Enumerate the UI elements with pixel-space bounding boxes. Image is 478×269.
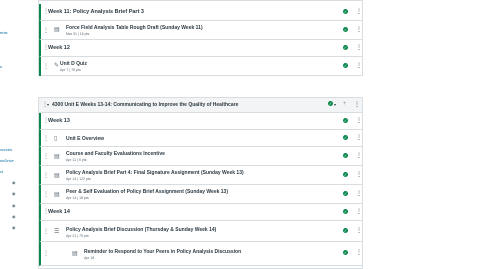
module-unit-e: ⋮ Week 13 ✓ ⋮ ⋮ ▯ Unit E Overview ✓ ⋮ ⋮ … xyxy=(38,113,363,269)
module-week11-12: ⋮ Week 11: Policy Analysis Brief Part 3 … xyxy=(38,0,363,76)
published-icon[interactable]: ✓ xyxy=(343,209,348,215)
drag-handle-icon[interactable]: ⋮ xyxy=(43,250,49,257)
assignment-icon: ▤ xyxy=(54,192,60,198)
more-options-icon[interactable]: ⋮ xyxy=(356,26,362,33)
nav-link[interactable]: ct xyxy=(0,169,3,174)
collapse-caret-icon[interactable]: ▾ xyxy=(47,102,49,107)
more-options-icon[interactable]: ⋮ xyxy=(356,190,362,197)
add-item-icon[interactable]: + xyxy=(343,101,347,107)
item-title[interactable]: Policy Analysis Brief Discussion (Thursd… xyxy=(66,227,216,233)
module-item[interactable]: ⋮ ▤ Reminder to Respond to Your Peers in… xyxy=(39,242,362,266)
assignment-icon: ▤ xyxy=(54,154,60,160)
item-meta: Apr 21 | 75 pts xyxy=(66,234,89,238)
drag-handle-icon[interactable]: ⋮ xyxy=(43,172,49,179)
visibility-icon[interactable]: ◉ xyxy=(12,226,16,230)
quiz-icon: ✎ xyxy=(54,63,60,69)
published-icon[interactable]: ✓ xyxy=(343,27,348,33)
published-icon[interactable]: ✓ xyxy=(343,250,348,256)
nav-link[interactable]: ources xyxy=(0,147,12,152)
more-options-icon[interactable]: ⋮ xyxy=(356,117,362,124)
more-options-icon[interactable]: ⋮ xyxy=(356,62,362,69)
item-meta: Apr 18 xyxy=(84,256,95,260)
drag-handle-icon[interactable]: ⋮ xyxy=(43,135,49,142)
item-meta: Apr 7 | 75 pts xyxy=(60,68,81,72)
item-meta: Apr 14 | 122 pts xyxy=(66,177,91,181)
more-options-icon[interactable]: ⋮ xyxy=(356,134,362,141)
module-item[interactable]: ⋮ ☰ Policy Analysis Brief Discussion (Th… xyxy=(39,221,362,242)
item-title[interactable]: Unit D Quiz xyxy=(60,61,87,67)
assignment-icon: ▤ xyxy=(54,173,60,179)
item-title[interactable]: Course and Faculty Evaluations Incentive xyxy=(66,151,165,157)
visibility-icon[interactable]: ◉ xyxy=(12,181,16,185)
item-meta: Apr 11 | 5 pts xyxy=(66,158,87,162)
published-icon[interactable]: ✓ xyxy=(343,172,348,178)
module-item[interactable]: ⋮ ▤ Course and Faculty Evaluations Incen… xyxy=(39,147,362,166)
discussion-icon: ☰ xyxy=(54,229,60,235)
drag-handle-icon[interactable]: ⋮ xyxy=(43,63,49,70)
subheader-title: Week 12 xyxy=(48,45,70,51)
more-options-icon[interactable]: ⋮ xyxy=(356,171,362,178)
published-icon[interactable]: ✓ xyxy=(343,45,348,51)
subheader-title: Week 11: Policy Analysis Brief Part 3 xyxy=(48,9,144,15)
published-icon[interactable]: ✓ xyxy=(343,191,348,197)
page-icon: ▯ xyxy=(54,136,58,142)
item-title[interactable]: Force Field Analysis Table Rough Draft (… xyxy=(66,25,203,31)
module-item[interactable]: ⋮ ✎ Unit D Quiz Apr 7 | 75 pts ✓ ⋮ xyxy=(39,57,362,76)
item-title[interactable]: Unit E Overview xyxy=(66,136,104,142)
more-options-icon[interactable]: ⋮ xyxy=(356,152,362,159)
published-icon[interactable]: ✓ xyxy=(343,9,348,15)
more-options-icon[interactable]: ⋮ xyxy=(356,249,362,256)
module-subheader[interactable]: ⋮ Week 13 ✓ ⋮ xyxy=(39,113,362,130)
subheader-title: Week 14 xyxy=(48,209,70,215)
published-icon[interactable]: ✓ xyxy=(343,228,348,234)
more-options-icon[interactable]: ⋮ xyxy=(356,208,362,215)
nav-link[interactable]: neDrive xyxy=(0,158,14,163)
module-item[interactable]: ⋮ ▯ Unit E Overview ✓ ⋮ xyxy=(39,130,362,147)
module-item[interactable]: ⋮ ▤ Force Field Analysis Table Rough Dra… xyxy=(39,21,362,40)
nav-link[interactable]: s xyxy=(0,64,2,69)
published-icon[interactable]: ✓ xyxy=(343,153,348,159)
drag-handle-icon[interactable]: ⋮ xyxy=(43,228,49,235)
course-nav-sidebar: ents s ources neDrive ct ◉ ◉ ◉ ◉ ◉ xyxy=(0,0,20,269)
more-options-icon[interactable]: ⋮ xyxy=(354,101,360,108)
module-header[interactable]: ⋮ ▾ 4300 Unit E Weeks 13-14: Communicati… xyxy=(38,97,363,113)
item-title[interactable]: Peer & Self Evaluation of Policy Brief A… xyxy=(66,189,228,195)
visibility-icon[interactable]: ◉ xyxy=(12,204,16,208)
module-subheader[interactable]: ⋮ Week 11: Policy Analysis Brief Part 3 … xyxy=(39,4,362,21)
item-title[interactable]: Policy Analysis Brief Part 4: Final Sign… xyxy=(66,170,244,176)
assignment-icon: ▤ xyxy=(72,251,78,257)
module-title: 4300 Unit E Weeks 13-14: Communicating t… xyxy=(52,102,239,108)
more-options-icon[interactable]: ⋮ xyxy=(356,227,362,234)
more-options-icon[interactable]: ⋮ xyxy=(356,44,362,51)
published-icon[interactable]: ✓ xyxy=(343,118,348,124)
drag-handle-icon[interactable]: ⋮ xyxy=(43,191,49,198)
module-subheader[interactable]: ⋮ Week 14 ✓ ⋮ xyxy=(39,204,362,221)
published-icon[interactable]: ✓ xyxy=(343,63,348,69)
item-meta: Mar 31 | 16 pts xyxy=(66,32,90,36)
item-meta: Apr 14 | 15 pts xyxy=(66,196,89,200)
item-title[interactable]: Reminder to Respond to Your Peers in Pol… xyxy=(84,249,241,255)
nav-link[interactable]: ents xyxy=(0,30,8,35)
subheader-title: Week 13 xyxy=(48,118,70,124)
drag-handle-icon[interactable]: ⋮ xyxy=(43,153,49,160)
module-subheader[interactable]: ⋮ Week 12 ✓ ⋮ xyxy=(39,40,362,57)
module-item[interactable]: ⋮ ▤ Peer & Self Evaluation of Policy Bri… xyxy=(39,185,362,204)
more-options-icon[interactable]: ⋮ xyxy=(356,8,362,15)
visibility-icon[interactable]: ◉ xyxy=(12,192,16,196)
module-item[interactable]: ⋮ ▤ Policy Analysis Brief Part 4: Final … xyxy=(39,166,362,185)
visibility-icon[interactable]: ◉ xyxy=(12,215,16,219)
published-icon[interactable]: ✓ xyxy=(328,101,333,107)
chevron-down-icon[interactable]: ▾ xyxy=(334,102,336,107)
published-icon[interactable]: ✓ xyxy=(343,135,348,141)
drag-handle-icon[interactable]: ⋮ xyxy=(43,27,49,34)
assignment-icon: ▤ xyxy=(54,27,60,33)
